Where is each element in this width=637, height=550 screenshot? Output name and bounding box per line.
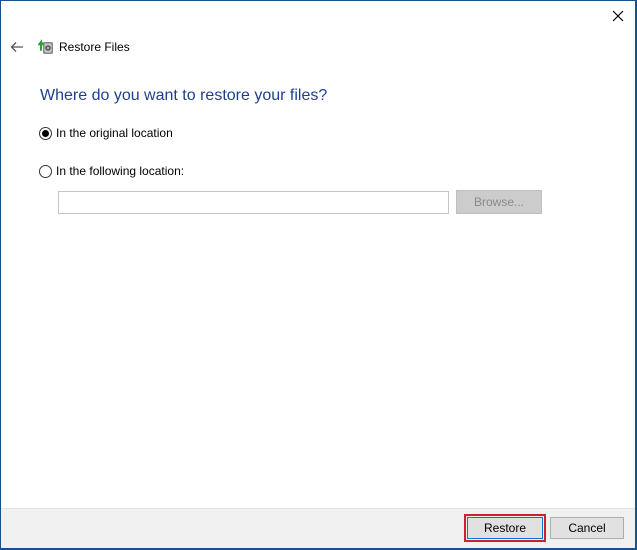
arrow-left-icon [10,42,23,52]
close-icon [612,10,624,22]
radio-original-location[interactable]: In the original location [39,125,173,141]
restore-files-icon [38,39,53,54]
restore-files-window: Restore Files Where do you want to resto… [1,1,635,548]
radio-button-selected[interactable] [39,126,52,140]
location-path-input[interactable] [58,191,449,214]
browse-button[interactable]: Browse... [456,190,542,214]
radio-following-location[interactable]: In the following location: [39,163,184,179]
close-button[interactable] [601,1,635,31]
radio-label: In the following location: [56,164,185,178]
button-bar: Restore Cancel [1,508,635,548]
restore-button[interactable]: Restore [464,514,546,542]
page-heading: Where do you want to restore your files? [40,87,328,104]
radio-label: In the original location [56,126,173,140]
cancel-button[interactable]: Cancel [550,517,624,539]
window-title: Restore Files [59,40,130,54]
back-button[interactable] [7,37,27,57]
radio-button[interactable] [39,164,52,178]
